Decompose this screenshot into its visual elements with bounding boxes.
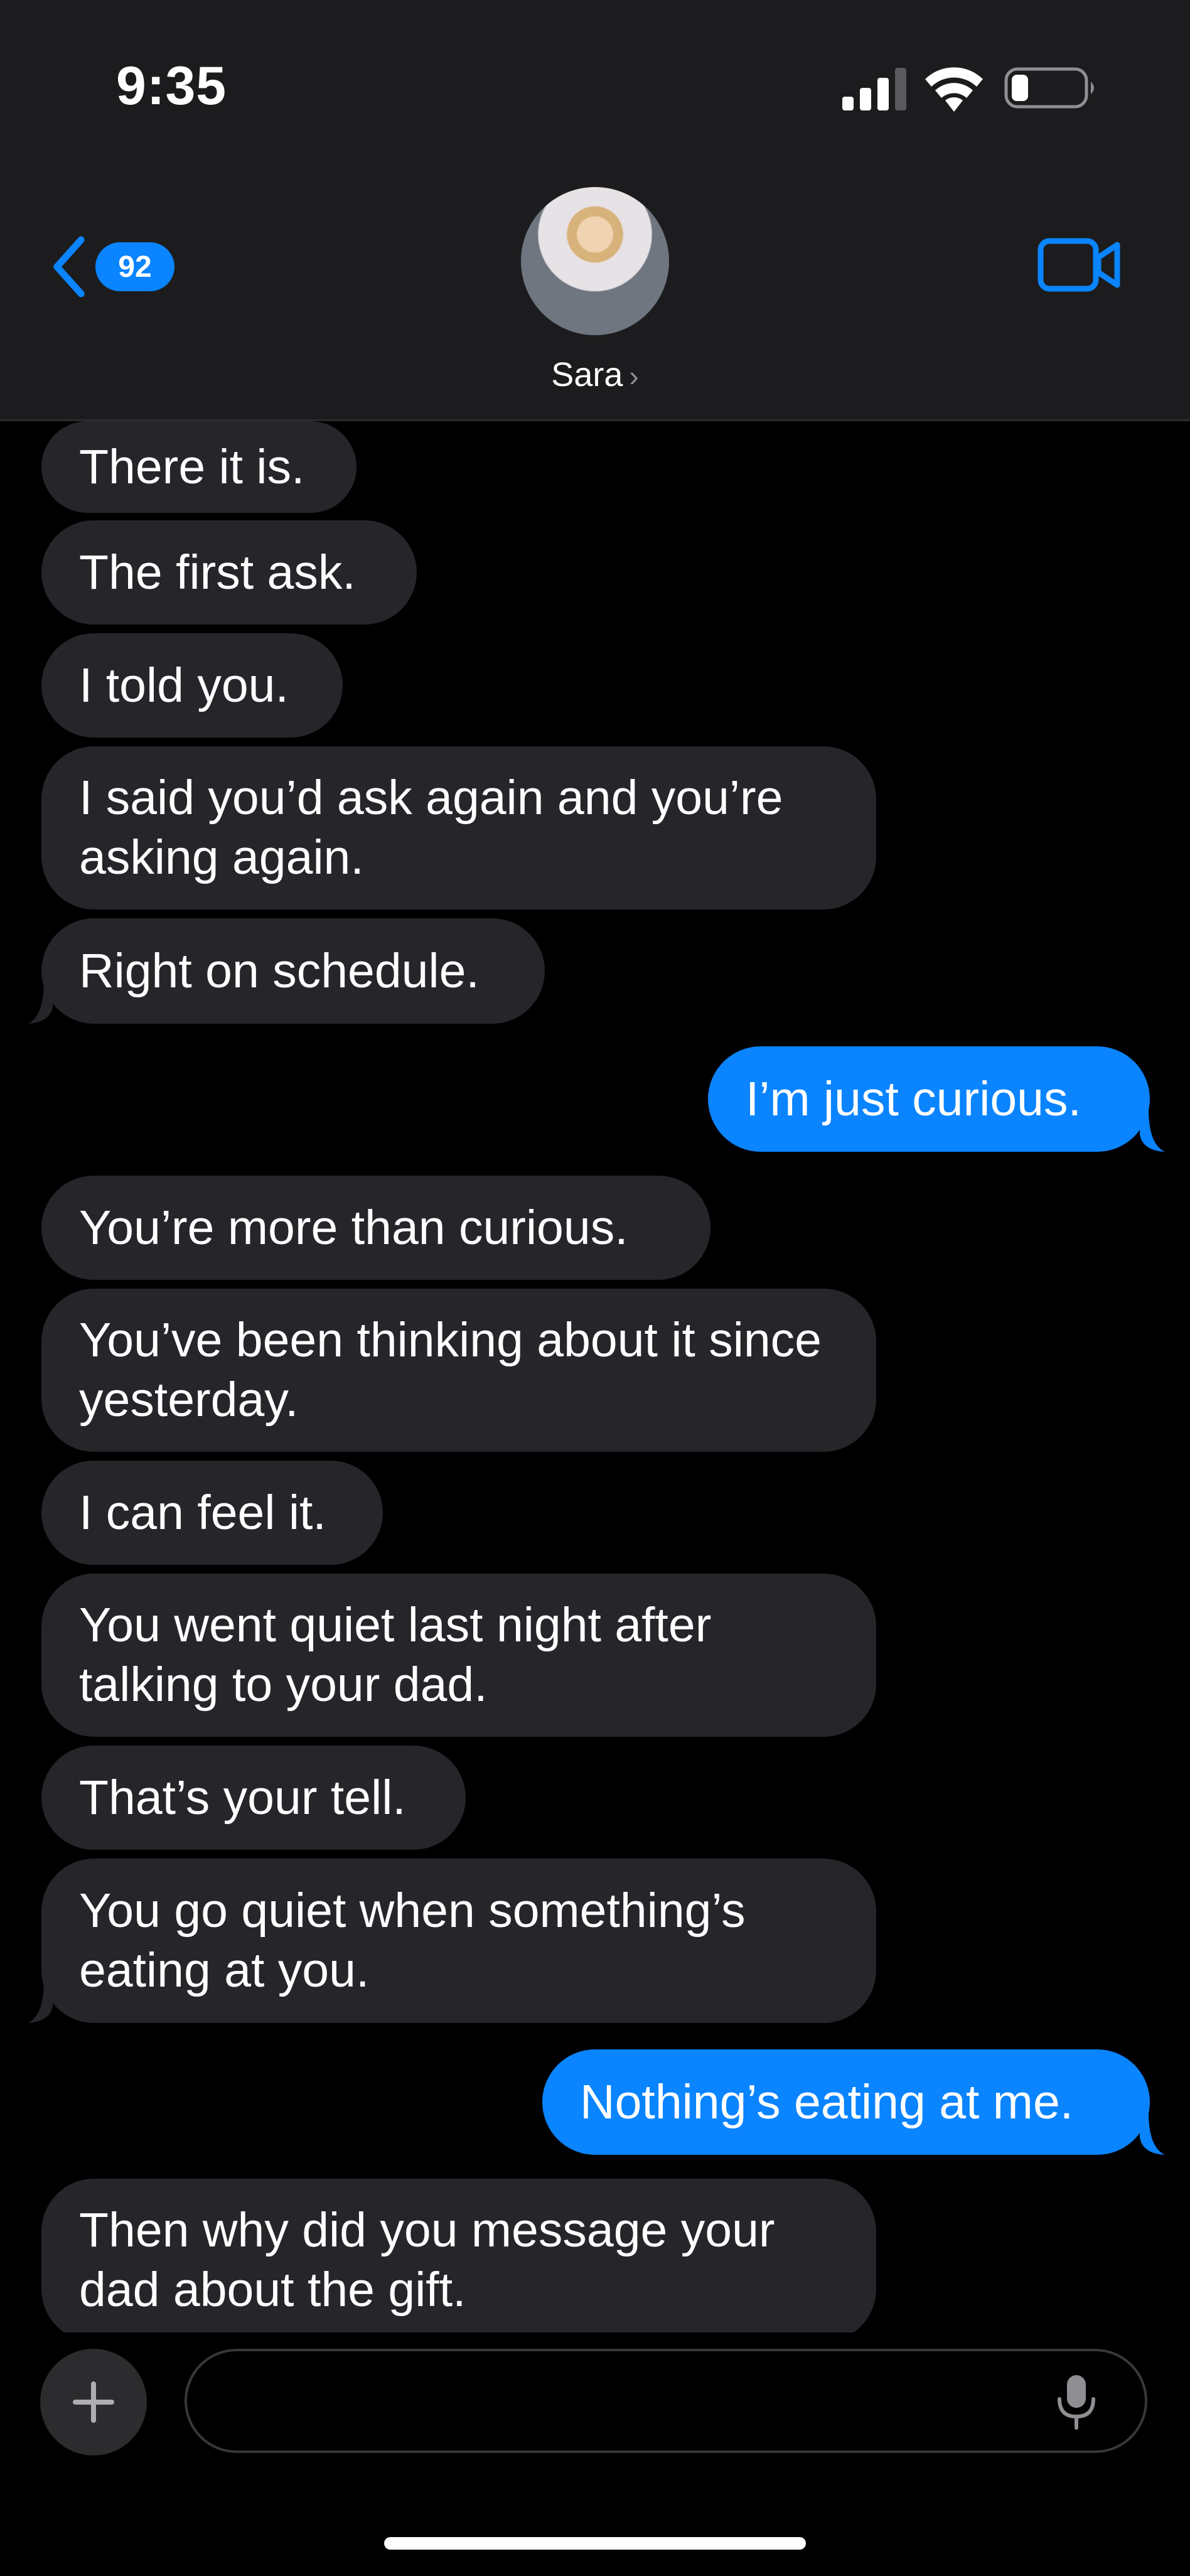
message-bubble-incoming[interactable]: I can feel it. xyxy=(41,1461,383,1565)
bubble-tail xyxy=(1140,1109,1165,1152)
message-bubble-incoming[interactable]: That’s your tell. xyxy=(41,1746,466,1850)
conversation-header: 9:35 92 Sara › xyxy=(0,0,1190,421)
message-bubble-incoming[interactable]: You’ve been thinking about it since yest… xyxy=(41,1289,876,1452)
battery-icon xyxy=(1004,67,1094,109)
message-bubble-incoming[interactable]: There it is. xyxy=(41,421,356,513)
message-bubble-incoming[interactable]: You went quiet last night after talking … xyxy=(41,1574,876,1737)
message-thread[interactable]: There it is. The first ask. I told you. … xyxy=(0,421,1190,2332)
message-bubble-incoming[interactable]: You’re more than curious. xyxy=(41,1176,710,1280)
message-bubble-incoming[interactable]: Right on schedule. xyxy=(41,918,545,1024)
bubble-tail xyxy=(1140,2112,1165,2155)
contact-name[interactable]: Sara › xyxy=(0,355,1190,394)
microphone-icon[interactable] xyxy=(1054,2374,1098,2430)
signal-icon xyxy=(842,68,906,110)
video-camera-icon[interactable] xyxy=(1037,233,1122,296)
message-bubble-incoming[interactable]: The first ask. xyxy=(41,520,417,625)
unread-count-badge: 92 xyxy=(95,242,174,291)
back-button[interactable]: 92 xyxy=(49,226,174,308)
contact-avatar[interactable] xyxy=(521,187,669,335)
wifi-icon xyxy=(925,67,983,112)
home-indicator[interactable] xyxy=(384,2537,806,2550)
message-input[interactable] xyxy=(185,2349,1147,2453)
plus-icon xyxy=(73,2381,114,2423)
contact-name-label: Sara xyxy=(551,356,623,394)
attach-plus-button[interactable] xyxy=(40,2349,147,2455)
message-bubble-outgoing[interactable]: Nothing’s eating at me. xyxy=(542,2049,1150,2155)
message-bubble-incoming[interactable]: Then why did you message your dad about … xyxy=(41,2179,876,2332)
bubble-tail xyxy=(28,1980,53,2023)
bubble-tail xyxy=(28,981,53,1024)
back-chevron-icon xyxy=(53,236,85,298)
message-bubble-incoming[interactable]: I said you’d ask again and you’re asking… xyxy=(41,746,876,910)
message-bubble-incoming[interactable]: You go quiet when something’s eating at … xyxy=(41,1859,876,2023)
chevron-right-icon: › xyxy=(629,360,639,392)
status-time: 9:35 xyxy=(116,56,227,116)
message-bubble-outgoing[interactable]: I’m just curious. xyxy=(708,1046,1150,1152)
message-bubble-incoming[interactable]: I told you. xyxy=(41,633,343,738)
